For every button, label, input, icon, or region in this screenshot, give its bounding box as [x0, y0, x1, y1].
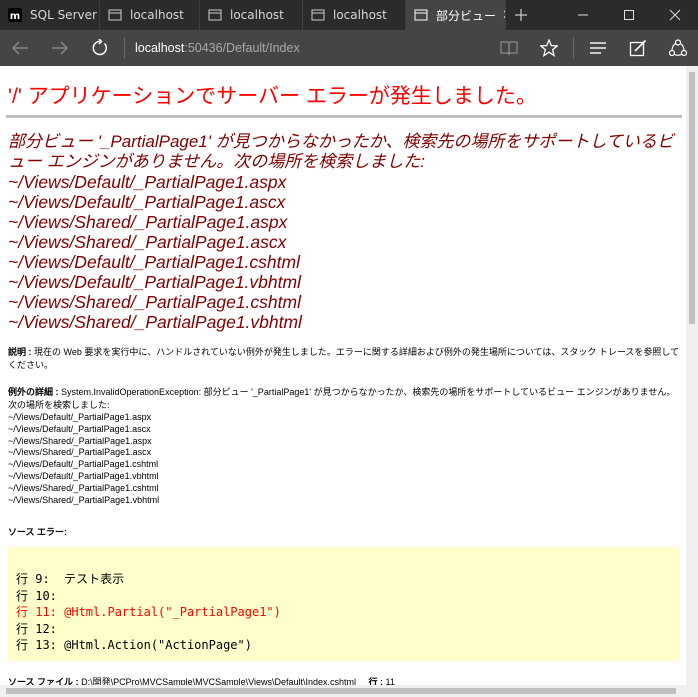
exception-details-block: 例外の詳細 : System.InvalidOperationException…: [8, 386, 680, 506]
searched-path: ~/Views/Shared/_PartialPage1.vbhtml: [8, 312, 302, 332]
tab-localhost-1[interactable]: localhost: [100, 0, 200, 30]
share-button[interactable]: [658, 30, 698, 66]
toolbar-separator: [573, 37, 574, 59]
favorite-button[interactable]: [529, 30, 569, 66]
source-file-path: D:\開発\PCPro\MVCSample\MVCSample\Views\De…: [81, 677, 357, 685]
back-button[interactable]: [0, 30, 40, 66]
address-path: :50436/Default/Index: [184, 41, 300, 55]
navigation-toolbar: localhost:50436/Default/Index: [0, 30, 698, 66]
web-note-button[interactable]: [618, 30, 658, 66]
close-icon: [669, 9, 681, 21]
source-file-label: ソース ファイル :: [8, 677, 79, 685]
error-message: 部分ビュー '_PartialPage1' が見つからなかったか、検索先の場所を…: [8, 132, 684, 332]
searched-path: ~/Views/Shared/_PartialPage1.cshtml: [8, 292, 301, 312]
title-bar: m SQL Server M localhost localhost local…: [0, 0, 698, 30]
description-block: 説明 : 現在の Web 要求を実行中に、ハンドルされていない例外が発生しました…: [8, 346, 680, 372]
exception-path: ~/Views/Shared/_PartialPage1.vbhtml: [8, 494, 160, 505]
page-icon: [311, 8, 325, 22]
error-title: '/' アプリケーションでサーバー エラーが発生しました。: [8, 85, 537, 108]
exception-path: ~/Views/Default/_PartialPage1.aspx: [8, 412, 152, 422]
reading-view-button[interactable]: [489, 30, 529, 66]
address-bar[interactable]: localhost:50436/Default/Index: [135, 41, 489, 55]
tab-partial-view-active[interactable]: 部分ビュー ✕: [406, 0, 506, 30]
code-line-highlighted: 行 11: @Html.Partial("_PartialPage1"): [16, 605, 281, 619]
close-tab-icon[interactable]: ✕: [496, 8, 505, 23]
horizontal-scroll-thumb[interactable]: [6, 688, 676, 694]
tab-label: localhost: [130, 8, 184, 22]
reading-view-icon: [500, 41, 518, 56]
exception-path: ~/Views/Default/_PartialPage1.cshtml: [8, 459, 159, 470]
source-error-label: ソース エラー:: [8, 527, 68, 537]
code-line: 行 9: テスト表示: [16, 572, 125, 586]
source-file-info: ソース ファイル : D:\開発\PCPro\MVCSample\MVCSamp…: [8, 675, 680, 685]
maximize-button[interactable]: [606, 0, 652, 30]
tab-label: localhost: [230, 8, 284, 22]
code-line: 行 13: @Html.Action("ActionPage"): [16, 638, 252, 652]
exception-label: 例外の詳細 :: [8, 387, 59, 397]
minimize-button[interactable]: [560, 0, 606, 30]
page-icon: [108, 8, 122, 22]
source-code-block: 行 9: テスト表示 行 10: 行 11: @Html.Partial("_P…: [8, 547, 680, 661]
exception-text: System.InvalidOperationException: 部分ビュー …: [8, 387, 676, 410]
searched-path: ~/Views/Default/_PartialPage1.ascx: [8, 192, 286, 212]
address-host: localhost: [135, 41, 185, 55]
maximize-icon: [624, 10, 634, 20]
searched-path: ~/Views/Shared/_PartialPage1.aspx: [8, 212, 288, 232]
page-icon: [208, 8, 222, 22]
page-viewport: '/' アプリケーションでサーバー エラーが発生しました。 部分ビュー '_Pa…: [0, 66, 686, 685]
minimize-icon: [578, 14, 588, 16]
tab-label: SQL Server M: [30, 8, 99, 22]
error-message-text: 部分ビュー '_PartialPage1' が見つからなかったか、検索先の場所を…: [8, 132, 674, 171]
close-window-button[interactable]: [652, 0, 698, 30]
searched-path: ~/Views/Shared/_PartialPage1.ascx: [8, 232, 287, 252]
searched-path: ~/Views/Default/_PartialPage1.cshtml: [8, 252, 300, 272]
tab-localhost-2[interactable]: localhost: [200, 0, 303, 30]
vertical-scrollbar[interactable]: [686, 66, 698, 685]
sql-server-icon: m: [8, 8, 22, 22]
tab-sql-server[interactable]: m SQL Server M: [0, 0, 100, 30]
tab-localhost-3[interactable]: localhost: [303, 0, 406, 30]
exception-path: ~/Views/Shared/_PartialPage1.cshtml: [8, 482, 159, 493]
line-label: 行 :: [368, 677, 384, 685]
plus-icon: [515, 9, 527, 21]
horizontal-scrollbar[interactable]: [0, 685, 686, 697]
back-arrow-icon: [12, 41, 28, 55]
searched-path: ~/Views/Default/_PartialPage1.vbhtml: [8, 272, 301, 292]
address-separator: [124, 37, 125, 59]
star-icon: [540, 39, 558, 57]
page-icon: [414, 8, 428, 22]
forward-arrow-icon: [52, 41, 68, 55]
description-text: 現在の Web 要求を実行中に、ハンドルされていない例外が発生しました。エラーに…: [8, 347, 680, 370]
code-line: 行 12:: [16, 621, 57, 636]
hub-icon: [590, 42, 606, 54]
scrollbar-corner: [686, 685, 698, 697]
title-divider: [6, 115, 682, 118]
new-tab-button[interactable]: [506, 0, 536, 30]
exception-path: ~/Views/Shared/_PartialPage1.aspx: [8, 435, 152, 446]
vertical-scroll-thumb[interactable]: [689, 72, 695, 324]
exception-path: ~/Views/Shared/_PartialPage1.ascx: [8, 447, 152, 458]
code-line: 行 10:: [16, 588, 57, 603]
description-label: 説明 :: [8, 347, 32, 357]
refresh-icon: [92, 39, 108, 56]
web-note-icon: [629, 39, 647, 57]
tab-label: localhost: [333, 8, 387, 22]
svg-text:m: m: [10, 11, 20, 22]
hub-button[interactable]: [578, 30, 618, 66]
exception-path: ~/Views/Default/_PartialPage1.ascx: [8, 423, 151, 434]
tab-label: 部分ビュー: [436, 8, 497, 23]
line-number: 11: [385, 677, 395, 685]
exception-path: ~/Views/Default/_PartialPage1.vbhtml: [8, 470, 159, 481]
refresh-button[interactable]: [80, 30, 120, 66]
forward-button[interactable]: [40, 30, 80, 66]
searched-path: ~/Views/Default/_PartialPage1.aspx: [8, 172, 287, 192]
share-icon: [669, 39, 687, 57]
